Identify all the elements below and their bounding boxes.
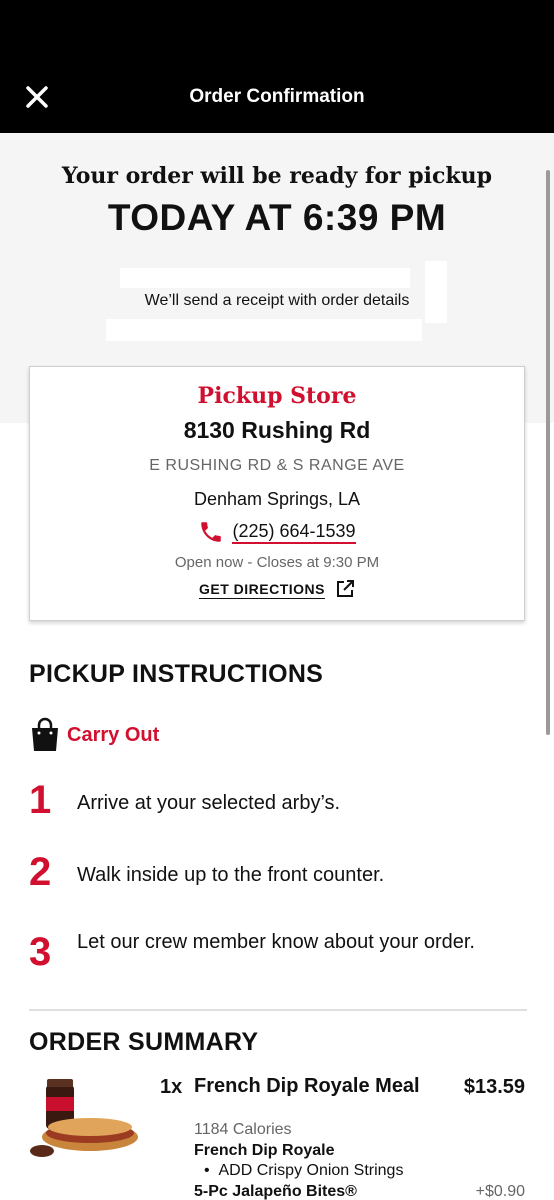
get-directions-label[interactable]: GET DIRECTIONS (198, 580, 325, 599)
instruction-step: 2 Walk inside up to the front counter. (29, 850, 525, 900)
item-component-price: +$0.90 (475, 1183, 525, 1200)
scrollbar[interactable] (546, 170, 550, 735)
step-number: 3 (29, 930, 52, 974)
get-directions-button[interactable]: GET DIRECTIONS (30, 579, 524, 599)
store-phone-row[interactable]: (225) 664-1539 (30, 519, 524, 545)
store-city: Denham Springs, LA (193, 489, 361, 509)
item-modifier: • ADD Crispy Onion Strings (204, 1162, 404, 1179)
item-quantity: 1x (160, 1076, 183, 1098)
redacted-block (106, 319, 422, 341)
external-link-icon (337, 580, 354, 597)
item-component: French Dip Royale (194, 1142, 335, 1159)
item-modifier-label: ADD Crispy Onion Strings (218, 1162, 404, 1179)
item-calories: 1184 Calories (194, 1121, 292, 1138)
step-number: 1 (29, 778, 52, 822)
store-hours: Open now - Closes at 9:30 PM (174, 554, 380, 571)
meal-image (30, 1079, 138, 1157)
shopping-bag-icon (32, 717, 58, 751)
step-number: 2 (29, 850, 52, 894)
step-text: Let our crew member know about your orde… (77, 931, 475, 953)
pickup-store-card: Pickup Store 8130 Rushing Rd E RUSHING R… (29, 366, 525, 621)
store-label: Pickup Store (197, 383, 357, 409)
redacted-block (120, 268, 410, 288)
pickup-instructions-title: PICKUP INSTRUCTIONS (29, 660, 324, 688)
phone-icon (201, 522, 222, 542)
order-summary-title: ORDER SUMMARY (29, 1028, 259, 1056)
section-divider (29, 1009, 527, 1011)
item-name: French Dip Royale Meal (194, 1075, 420, 1097)
item-component: 5-Pc Jalapeño Bites® (194, 1183, 357, 1200)
top-bar: Order Confirmation (0, 0, 554, 133)
store-phone-link[interactable]: (225) 664-1539 (232, 520, 356, 544)
pickup-method-label: Carry Out (67, 723, 160, 746)
pickup-time: TODAY AT 6:39 PM (107, 197, 447, 238)
step-text: Walk inside up to the front counter. (77, 864, 385, 886)
instruction-step: 3 Let our crew member know about your or… (29, 930, 525, 990)
store-cross-streets: E RUSHING RD & S RANGE AVE (149, 457, 405, 474)
pickup-subtitle: Your order will be ready for pickup (61, 163, 493, 189)
item-price: $13.59 (463, 1076, 525, 1098)
pickup-method: Carry Out (29, 717, 159, 753)
instruction-step: 1 Arrive at your selected arby’s. (29, 778, 525, 828)
store-name: 8130 Rushing Rd (183, 417, 371, 443)
step-text: Arrive at your selected arby’s. (77, 792, 341, 814)
page-title: Order Confirmation (189, 86, 365, 107)
receipt-note: We’ll send a receipt with order details (144, 292, 410, 309)
